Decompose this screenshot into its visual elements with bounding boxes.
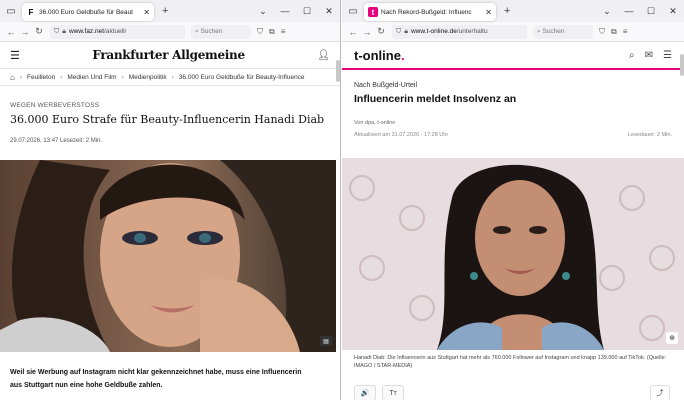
close-tab-icon[interactable]: ✕ bbox=[143, 8, 150, 17]
browser-window-right: ▭ t Nach Rekord-Bußgeld: Influenc ✕ + ⌄ … bbox=[342, 0, 684, 400]
tab-bar: ▭ t Nach Rekord-Bußgeld: Influenc ✕ + ⌄ … bbox=[342, 0, 684, 22]
chevron-down-icon[interactable]: ⌄ bbox=[252, 6, 274, 17]
article-kicker: WEGEN WERBEVERSTOSS bbox=[10, 102, 100, 109]
mail-icon[interactable]: ✉ bbox=[645, 50, 653, 61]
lock-icon[interactable]: 🔒︎ bbox=[404, 28, 408, 36]
tonline-favicon-icon: t bbox=[368, 7, 378, 17]
breadcrumb-item[interactable]: Feuilleton bbox=[27, 74, 55, 81]
reload-icon[interactable]: ↻ bbox=[374, 26, 388, 37]
site-header: ☰ Frankfurter Allgemeine 👤︎ bbox=[0, 42, 340, 68]
tab-active[interactable]: t Nach Rekord-Bußgeld: Influenc ✕ bbox=[364, 3, 496, 21]
url-bar[interactable]: ⛉ 🔒︎ www.faz.net/aktuell/ bbox=[50, 24, 185, 39]
url-bar[interactable]: ⛉ 🔒︎ www.t-online.de/unterhaltu bbox=[392, 24, 527, 39]
back-icon[interactable]: ← bbox=[346, 27, 360, 37]
close-tab-icon[interactable]: ✕ bbox=[485, 8, 492, 17]
url-text: www.faz.net/aktuell/ bbox=[68, 28, 127, 35]
shield-icon[interactable]: ⛉ bbox=[54, 28, 59, 36]
window-controls: ⌄ — ☐ ✕ bbox=[596, 0, 684, 22]
save-to-pocket-icon[interactable]: ⛉ bbox=[599, 27, 605, 37]
browser-window-left: ▭ F 36.000 Euro Geldbuße für Beaut ✕ + ⌄… bbox=[0, 0, 341, 400]
article-lead: Weil sie Werbung auf Instagram nicht kla… bbox=[10, 369, 302, 389]
save-to-pocket-icon[interactable]: ⛉ bbox=[257, 27, 263, 37]
close-window-icon[interactable]: ✕ bbox=[662, 6, 684, 17]
minimize-icon[interactable]: — bbox=[274, 6, 296, 16]
reload-icon[interactable]: ↻ bbox=[32, 26, 46, 37]
breadcrumb-item[interactable]: Medienpolitik bbox=[129, 74, 167, 81]
share-icon[interactable]: ⤴ bbox=[650, 385, 670, 400]
extensions-icon[interactable]: ⧉ bbox=[611, 27, 617, 37]
url-text: www.t-online.de/unterhaltu bbox=[410, 28, 488, 35]
chevron-down-icon[interactable]: ⌄ bbox=[596, 6, 618, 17]
nav-bar: ← → ↻ ⛉ 🔒︎ www.faz.net/aktuell/ ⌕ Suchen… bbox=[0, 22, 340, 42]
scrollbar[interactable] bbox=[336, 60, 340, 82]
menu-icon[interactable]: ☰ bbox=[10, 49, 20, 62]
breadcrumb-item: 36.000 Euro Geldbuße für Beauty-Influenc… bbox=[178, 73, 305, 81]
app-menu-icon[interactable]: ≡ bbox=[281, 27, 286, 36]
new-tab-icon[interactable]: + bbox=[162, 5, 168, 17]
maximize-icon[interactable]: ☐ bbox=[640, 6, 662, 17]
shield-icon[interactable]: ⛉ bbox=[396, 28, 401, 36]
article-photo: ⊕ bbox=[342, 158, 684, 350]
extensions-icon[interactable]: ⧉ bbox=[269, 27, 275, 37]
tab-title: Nach Rekord-Bußgeld: Influenc bbox=[381, 8, 472, 16]
lock-icon[interactable]: 🔒︎ bbox=[62, 28, 66, 36]
zoom-icon[interactable]: ⊕ bbox=[666, 332, 678, 344]
image-caption: Hanadi Diab: Die Influencerin aus Stuttg… bbox=[354, 355, 667, 369]
search-placeholder: Suchen bbox=[542, 28, 565, 35]
back-icon[interactable]: ← bbox=[4, 27, 18, 37]
article-title: Influencerin meldet Insolvenz an bbox=[354, 93, 517, 105]
article-tools: 🔊 Tт bbox=[354, 385, 404, 400]
forward-icon[interactable]: → bbox=[360, 27, 374, 37]
tab-title: 36.000 Euro Geldbuße für Beaut bbox=[39, 8, 133, 16]
speaker-icon[interactable]: 🔊 bbox=[354, 385, 376, 400]
menu-icon[interactable]: ☰ bbox=[663, 50, 672, 61]
nav-bar: ← → ↻ ⛉ 🔒︎ www.t-online.de/unterhaltu ⌕ … bbox=[342, 22, 684, 42]
search-bar[interactable]: ⌕ Suchen bbox=[191, 24, 251, 39]
article-updated: Aktualisiert am 31.07.2026 - 17:28 Uhr bbox=[354, 132, 449, 138]
forward-icon[interactable]: → bbox=[18, 27, 32, 37]
faz-logo[interactable]: Frankfurter Allgemeine bbox=[92, 48, 245, 62]
reading-time: Lesedauer: 2 Min. bbox=[627, 132, 672, 138]
new-tab-icon[interactable]: + bbox=[504, 5, 510, 17]
image-caption-toggle-icon[interactable]: ▤ bbox=[320, 336, 332, 346]
faz-favicon-icon: F bbox=[28, 7, 34, 17]
minimize-icon[interactable]: — bbox=[618, 6, 640, 16]
close-window-icon[interactable]: ✕ bbox=[318, 6, 340, 17]
scrollbar[interactable] bbox=[680, 54, 684, 76]
window-controls: ⌄ — ☐ ✕ bbox=[252, 0, 340, 22]
article-meta: 29.07.2026, 13:47 Lesezeit: 2 Min. bbox=[10, 138, 103, 144]
breadcrumb: ⌂ › Feuilleton › Medien Und Film › Medie… bbox=[0, 68, 340, 86]
article-title: 36.000 Euro Strafe für Beauty-Influencer… bbox=[10, 113, 325, 126]
site-header: t-online. ⌕ ✉ ☰ bbox=[342, 42, 684, 70]
app-menu-icon[interactable]: ≡ bbox=[623, 27, 628, 36]
article-photo: ▤ bbox=[0, 160, 336, 352]
tab-bar: ▭ F 36.000 Euro Geldbuße für Beaut ✕ + ⌄… bbox=[0, 0, 340, 22]
article-kicker: Nach Bußgeld-Urteil bbox=[354, 82, 418, 89]
tab-list-icon[interactable]: ▭ bbox=[342, 0, 364, 22]
article-author: Von dpa, t-online bbox=[354, 120, 396, 126]
tonline-logo[interactable]: t-online. bbox=[354, 48, 405, 63]
text-size-icon[interactable]: Tт bbox=[382, 385, 404, 400]
search-icon[interactable]: ⌕ bbox=[629, 50, 635, 61]
tab-list-icon[interactable]: ▭ bbox=[0, 0, 22, 22]
user-icon[interactable]: 👤︎ bbox=[317, 50, 330, 61]
search-bar[interactable]: ⌕ Suchen bbox=[533, 24, 593, 39]
search-placeholder: Suchen bbox=[200, 28, 223, 35]
home-icon[interactable]: ⌂ bbox=[10, 73, 15, 82]
tab-active[interactable]: F 36.000 Euro Geldbuße für Beaut ✕ bbox=[22, 3, 154, 21]
breadcrumb-item[interactable]: Medien Und Film bbox=[67, 74, 116, 81]
maximize-icon[interactable]: ☐ bbox=[296, 6, 318, 17]
